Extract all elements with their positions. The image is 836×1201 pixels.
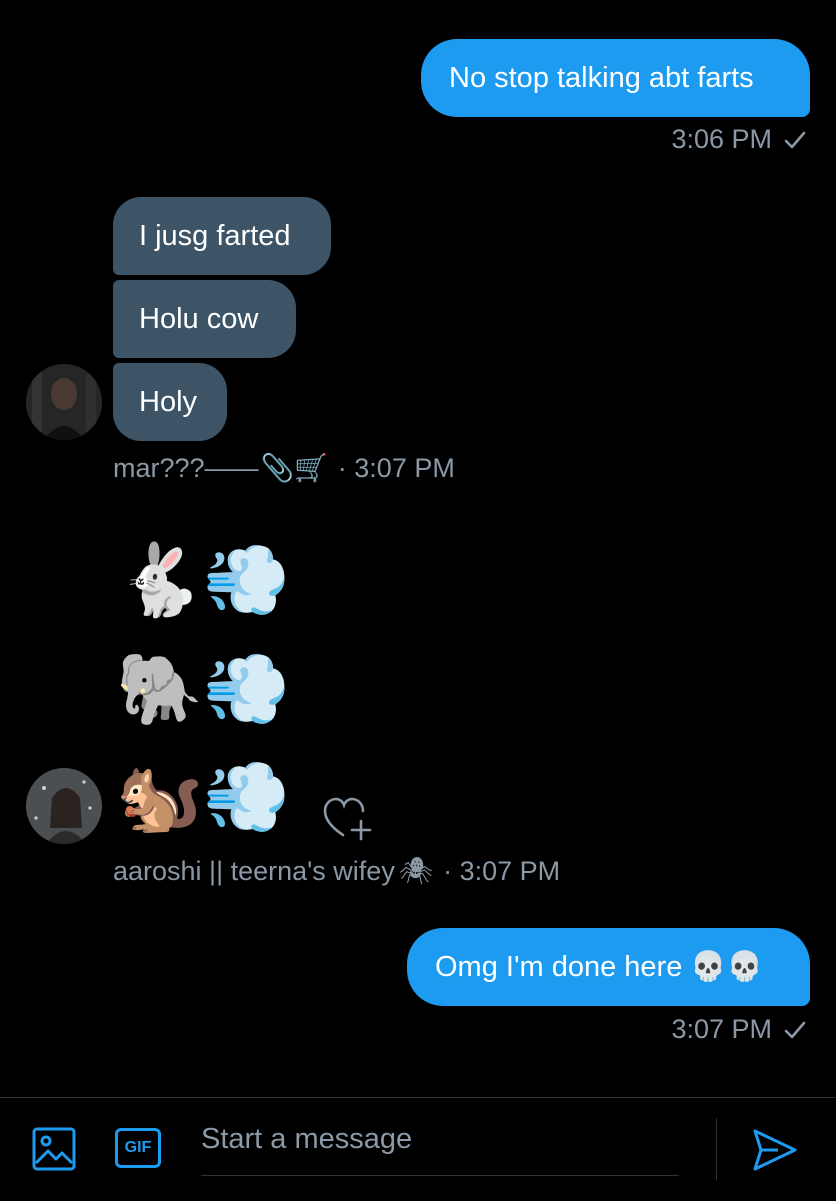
image-icon[interactable] (32, 1127, 76, 1171)
emoji-text: 🐇💨 (116, 541, 291, 619)
sent-check-icon (784, 131, 806, 148)
message-input-placeholder: Start a message (201, 1123, 413, 1155)
sent-check-icon (784, 1021, 806, 1038)
timestamp-text: · 3:07 PM (337, 452, 455, 483)
timestamp-text: · 3:07 PM (443, 855, 561, 886)
add-reaction-heart-icon[interactable] (323, 797, 373, 841)
composer-divider (716, 1118, 717, 1180)
emoji-text: 🐿️💨 (116, 758, 291, 836)
sender-name: aaroshi || teerna's wifey (113, 855, 395, 886)
sender-meta: aaroshi || teerna's wifey 🕷 · 3:07 PM (113, 855, 560, 887)
outgoing-message-bubble[interactable]: Omg I'm done here 💀💀 (407, 928, 810, 1006)
message-text: No stop talking abt farts (449, 61, 754, 94)
timestamp-text: 3:07 PM (671, 1014, 772, 1044)
message-input[interactable]: Start a message (201, 1123, 679, 1176)
avatar-image (26, 768, 102, 844)
emoji-text: 🐘💨 (116, 650, 291, 728)
message-text: Omg I'm done here 💀💀 (435, 951, 763, 983)
emoji-message[interactable]: 🐿️💨 (116, 752, 290, 842)
message-text: I jusg farted (139, 219, 291, 252)
sender-emoji: 🕷 (398, 856, 434, 886)
message-text: Holu cow (139, 302, 259, 335)
gif-label: GIF (124, 1139, 152, 1156)
gif-button[interactable]: GIF (115, 1128, 161, 1168)
sender-name: mar???—— (113, 452, 259, 483)
emoji-message[interactable]: 🐇💨 (116, 535, 290, 625)
message-text: Holy (139, 385, 198, 418)
outgoing-message-bubble[interactable]: No stop talking abt farts (421, 39, 810, 117)
avatar[interactable] (26, 364, 102, 440)
incoming-message-bubble[interactable]: Holu cow (113, 280, 296, 358)
message-timestamp: 3:06 PM (671, 124, 806, 155)
incoming-message-bubble[interactable]: Holy (113, 363, 227, 441)
sender-emoji: 📎🛒 (260, 453, 328, 483)
incoming-message-bubble[interactable]: I jusg farted (113, 197, 331, 275)
sender-meta: mar???—— 📎🛒 · 3:07 PM (113, 452, 455, 484)
avatar[interactable] (26, 768, 102, 844)
emoji-message[interactable]: 🐘💨 (116, 644, 290, 734)
avatar-image (26, 364, 102, 440)
message-composer: GIF Start a message (0, 1097, 836, 1201)
message-timestamp: 3:07 PM (671, 1014, 806, 1045)
timestamp-text: 3:06 PM (671, 124, 772, 154)
send-icon[interactable] (752, 1128, 798, 1172)
